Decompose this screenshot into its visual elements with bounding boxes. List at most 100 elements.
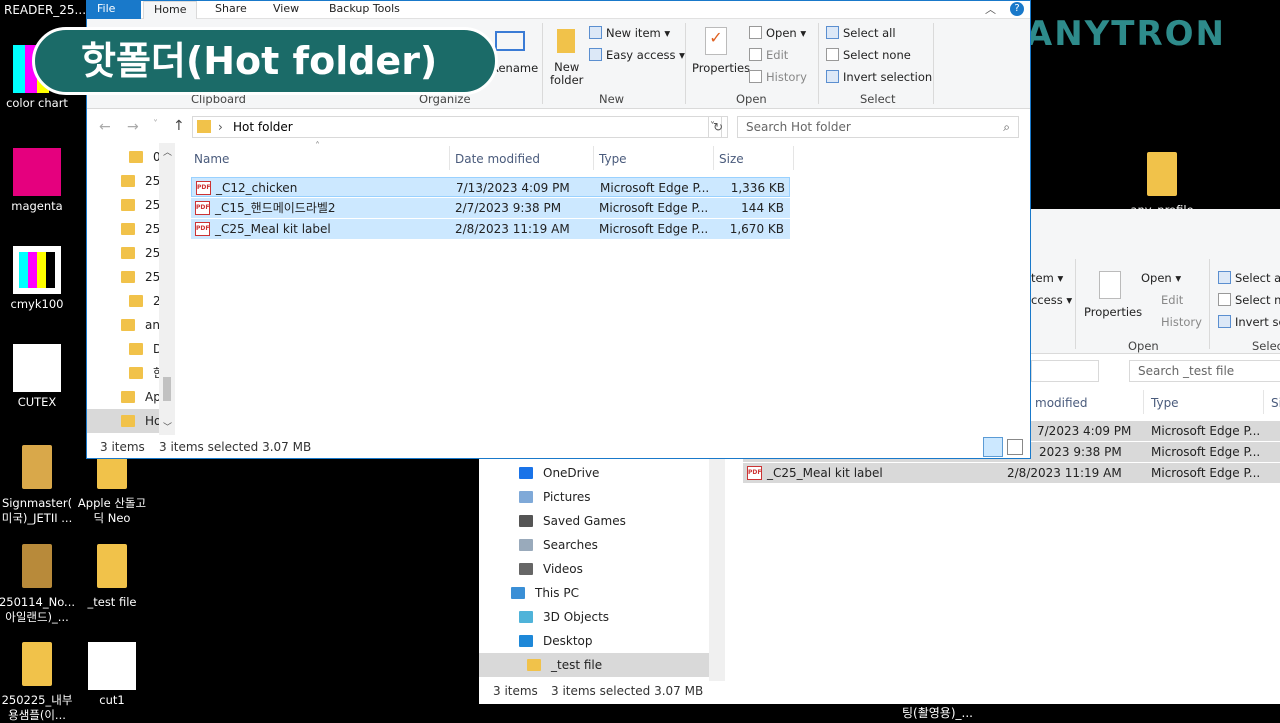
pdf-icon: PDF bbox=[195, 201, 210, 215]
easy-access-button[interactable]: ccess ▾ bbox=[1031, 293, 1072, 307]
search-input[interactable]: Search Hot folder ⌕ bbox=[737, 116, 1019, 138]
folder-icon bbox=[121, 175, 135, 187]
rename-button[interactable]: Rename bbox=[491, 61, 538, 75]
column-header-date[interactable]: modified bbox=[1035, 396, 1088, 410]
games-icon bbox=[519, 515, 533, 527]
file-row[interactable]: PDF _C12_chicken 7/13/2023 4:09 PM Micro… bbox=[191, 177, 790, 197]
edit-button[interactable]: Edit bbox=[1161, 293, 1183, 307]
easy-access-button[interactable]: Easy access ▾ bbox=[589, 48, 685, 62]
edit-icon bbox=[749, 48, 762, 61]
tab-view[interactable]: View bbox=[263, 1, 309, 19]
desktop-icon-test-file[interactable]: _test file bbox=[72, 544, 152, 610]
desktop-icon-magenta[interactable]: magenta bbox=[0, 148, 77, 214]
history-button[interactable]: History bbox=[1161, 315, 1202, 329]
nav-item-saved-games[interactable]: Saved Games bbox=[519, 509, 626, 533]
select-all-button[interactable]: Select al bbox=[1218, 271, 1280, 285]
select-none-button[interactable]: Select none bbox=[826, 48, 911, 62]
invert-selection-button[interactable]: Invert selection bbox=[826, 70, 932, 84]
desktop-icon-250114[interactable]: 250114_No... 아일랜드)_... bbox=[0, 544, 77, 625]
address-bar[interactable] bbox=[1031, 360, 1099, 382]
column-header-type[interactable]: Type bbox=[1151, 396, 1179, 410]
scroll-down-icon[interactable]: ﹀ bbox=[163, 420, 172, 433]
file-date: 2/8/2023 11:19 AM bbox=[1007, 466, 1122, 480]
new-folder-button[interactable]: New folder bbox=[550, 61, 583, 87]
file-date: 2/8/2023 11:19 AM bbox=[455, 222, 570, 236]
breadcrumb-current[interactable]: Hot folder bbox=[233, 117, 293, 137]
forward-arrow-icon[interactable]: → bbox=[127, 119, 139, 135]
column-header-size[interactable]: Size bbox=[719, 152, 744, 166]
file-row[interactable]: PDF _C25_Meal kit label 2/8/2023 11:19 A… bbox=[191, 219, 790, 239]
recent-locations-icon[interactable]: ˅ bbox=[153, 119, 158, 130]
nav-item-videos[interactable]: Videos bbox=[519, 557, 583, 581]
nav-item-desktop[interactable]: Desktop bbox=[519, 629, 593, 653]
file-icon bbox=[13, 148, 61, 196]
properties-button[interactable]: Properties bbox=[1084, 305, 1142, 319]
column-header-name[interactable]: Name bbox=[194, 152, 229, 166]
new-item-button[interactable]: New item ▾ bbox=[589, 26, 670, 40]
pdf-icon: PDF bbox=[195, 222, 210, 236]
help-icon[interactable]: ? bbox=[1010, 2, 1024, 16]
refresh-icon[interactable]: ↻ bbox=[708, 116, 728, 138]
file-row[interactable]: PDF _C25_Meal kit label 2/8/2023 11:19 A… bbox=[743, 463, 1280, 483]
desktop-icon-250225[interactable]: 250225_내부 용샘플(이... bbox=[0, 642, 77, 723]
open-button[interactable]: Open ▾ bbox=[1141, 271, 1181, 285]
nav-folder-item-hot-folder[interactable]: Ho bbox=[87, 409, 161, 433]
search-input[interactable]: Search _test file bbox=[1129, 360, 1280, 382]
select-all-icon bbox=[1218, 271, 1231, 284]
history-button[interactable]: History bbox=[749, 70, 807, 84]
scroll-thumb[interactable] bbox=[163, 377, 171, 401]
status-selected: 3 items selected 3.07 MB bbox=[159, 440, 312, 454]
column-header-size[interactable]: Si bbox=[1271, 396, 1280, 410]
search-icon bbox=[519, 539, 533, 551]
tab-share[interactable]: Share bbox=[205, 1, 257, 19]
column-header-date[interactable]: Date modified bbox=[455, 152, 540, 166]
desktop-icon-cmyk100[interactable]: cmyk100 bbox=[0, 246, 77, 312]
tab-file[interactable]: File bbox=[87, 1, 141, 19]
desktop-icon-label: CUTEX bbox=[17, 395, 57, 409]
new-item-button[interactable]: tem ▾ bbox=[1031, 271, 1063, 285]
file-name: _C25_Meal kit label bbox=[215, 222, 331, 236]
collapse-ribbon-icon[interactable]: ︿ bbox=[985, 1, 996, 17]
tab-backup-tools[interactable]: Backup Tools bbox=[319, 1, 410, 19]
tab-home[interactable]: Home bbox=[143, 1, 198, 19]
status-selected: 3 items selected 3.07 MB bbox=[551, 684, 704, 698]
sort-ascending-icon: ˄ bbox=[315, 141, 320, 152]
nav-item-3d-objects[interactable]: 3D Objects bbox=[519, 605, 609, 629]
folder-icon bbox=[121, 319, 135, 331]
folder-icon bbox=[121, 223, 135, 235]
open-button[interactable]: Open ▾ bbox=[749, 26, 806, 40]
large-icons-view-icon[interactable] bbox=[1007, 439, 1023, 455]
back-arrow-icon[interactable]: ← bbox=[99, 119, 111, 135]
select-all-button[interactable]: Select all bbox=[826, 26, 896, 40]
edit-button[interactable]: Edit bbox=[749, 48, 788, 62]
folder-icon bbox=[527, 659, 541, 671]
properties-button[interactable]: Properties bbox=[692, 61, 750, 75]
file-type: Microsoft Edge P... bbox=[599, 222, 709, 236]
scroll-up-icon[interactable]: ︿ bbox=[163, 145, 172, 158]
up-arrow-icon[interactable]: ↑ bbox=[173, 118, 185, 134]
nav-folder-item[interactable]: D bbox=[129, 337, 162, 361]
details-view-icon[interactable] bbox=[983, 437, 1003, 457]
nav-scrollbar[interactable]: ︿ ﹀ bbox=[159, 143, 175, 435]
desktop-icon-signmaster[interactable]: Signmaster( 미국)_JETII ... bbox=[0, 445, 77, 526]
folder-icon bbox=[129, 151, 143, 163]
nav-item-test-file[interactable]: _test file bbox=[479, 653, 709, 677]
column-header-type[interactable]: Type bbox=[599, 152, 627, 166]
nav-item-onedrive[interactable]: OneDrive bbox=[519, 461, 599, 485]
address-bar[interactable]: › Hot folder ˅ bbox=[192, 116, 722, 138]
desktop-icon-cut1[interactable]: cut1 bbox=[72, 642, 152, 708]
nav-item-this-pc[interactable]: This PC bbox=[511, 581, 579, 605]
select-none-button[interactable]: Select no bbox=[1218, 293, 1280, 307]
folder-icon bbox=[88, 544, 136, 592]
file-type: Microsoft Edge P... bbox=[1151, 466, 1261, 480]
nav-scrollbar[interactable] bbox=[709, 455, 725, 681]
invert-selection-button[interactable]: Invert se bbox=[1218, 315, 1280, 329]
nav-item-pictures[interactable]: Pictures bbox=[519, 485, 591, 509]
file-icon bbox=[13, 445, 61, 493]
desktop-icon-cutex[interactable]: CUTEX bbox=[0, 344, 77, 410]
easy-access-icon bbox=[589, 48, 602, 61]
rename-icon bbox=[495, 31, 525, 51]
group-label-select: Select bbox=[860, 92, 896, 106]
file-row[interactable]: PDF _C15_핸드메이드라벨2 2/7/2023 9:38 PM Micro… bbox=[191, 198, 790, 218]
nav-item-searches[interactable]: Searches bbox=[519, 533, 598, 557]
